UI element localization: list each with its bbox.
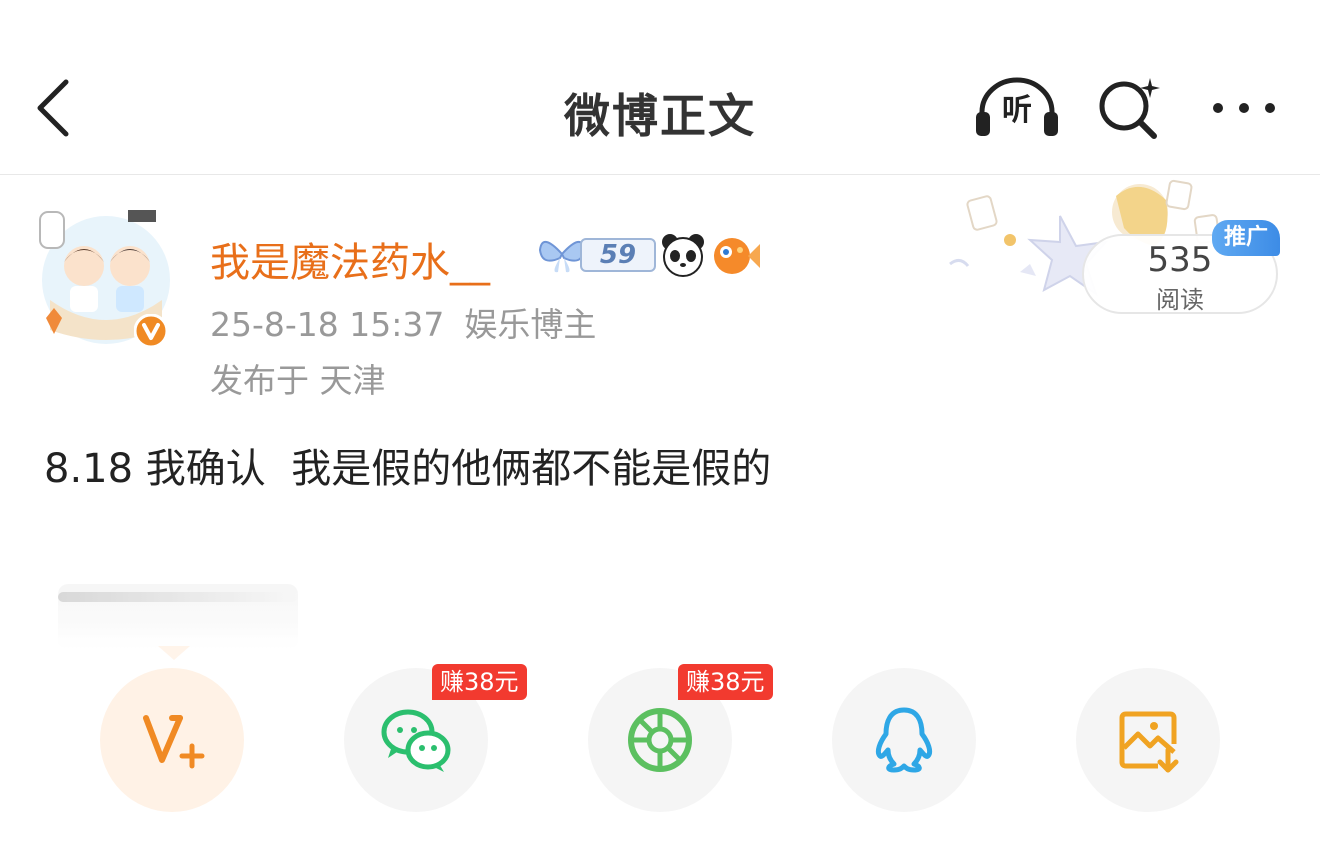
moments-earn-badge: 赚38元: [678, 664, 773, 700]
author-avatar[interactable]: [36, 200, 176, 352]
moments-icon: [628, 708, 692, 772]
read-label: 阅读: [1156, 286, 1204, 314]
post-timestamp: 25-8-18 15:37: [210, 305, 445, 344]
search-button[interactable]: [1092, 70, 1168, 146]
top-nav-bar: 微博正文 听: [0, 0, 1320, 175]
save-image-icon: [1119, 711, 1179, 773]
post-location: 发布于 天津: [210, 361, 386, 400]
tooltip-arrow: [158, 646, 190, 660]
search-icon: [1099, 78, 1160, 139]
author-name[interactable]: 我是魔法药水__: [210, 230, 490, 288]
post-body-text: 8.18 我确认 我是假的他俩都不能是假的: [44, 446, 772, 492]
panda-icon: [662, 234, 704, 277]
share-qq-button[interactable]: [832, 668, 976, 812]
post-card: 我是魔法药水__ 59 25-8-18 15:37 娱乐博主 发布于 天津 53…: [0, 176, 1320, 846]
level-badge: 59: [580, 238, 656, 272]
more-icon: [1213, 103, 1275, 113]
share-tooltip: [58, 584, 298, 650]
wechat-earn-badge: 赚38元: [432, 664, 527, 700]
wechat-icon: [381, 709, 451, 772]
verified-badge-icon: [134, 314, 168, 348]
goldfish-icon: [714, 238, 760, 274]
share-save-image-button[interactable]: [1076, 668, 1220, 812]
more-button[interactable]: [1206, 88, 1282, 128]
share-vplus-button[interactable]: [100, 668, 244, 812]
listen-label: 听: [1002, 93, 1032, 128]
user-badges: 59: [536, 230, 766, 280]
listen-button[interactable]: 听: [972, 72, 1062, 140]
share-options-row: 赚38元 赚38元: [0, 664, 1320, 828]
level-number: 59: [599, 240, 637, 270]
tooltip-placeholder-bar: [58, 592, 298, 602]
promote-tag[interactable]: 推广: [1212, 220, 1280, 256]
author-role: 娱乐博主: [464, 305, 597, 344]
post-meta: 25-8-18 15:37 娱乐博主: [210, 298, 596, 346]
qq-icon: [875, 707, 933, 773]
v-plus-icon: [143, 715, 205, 769]
